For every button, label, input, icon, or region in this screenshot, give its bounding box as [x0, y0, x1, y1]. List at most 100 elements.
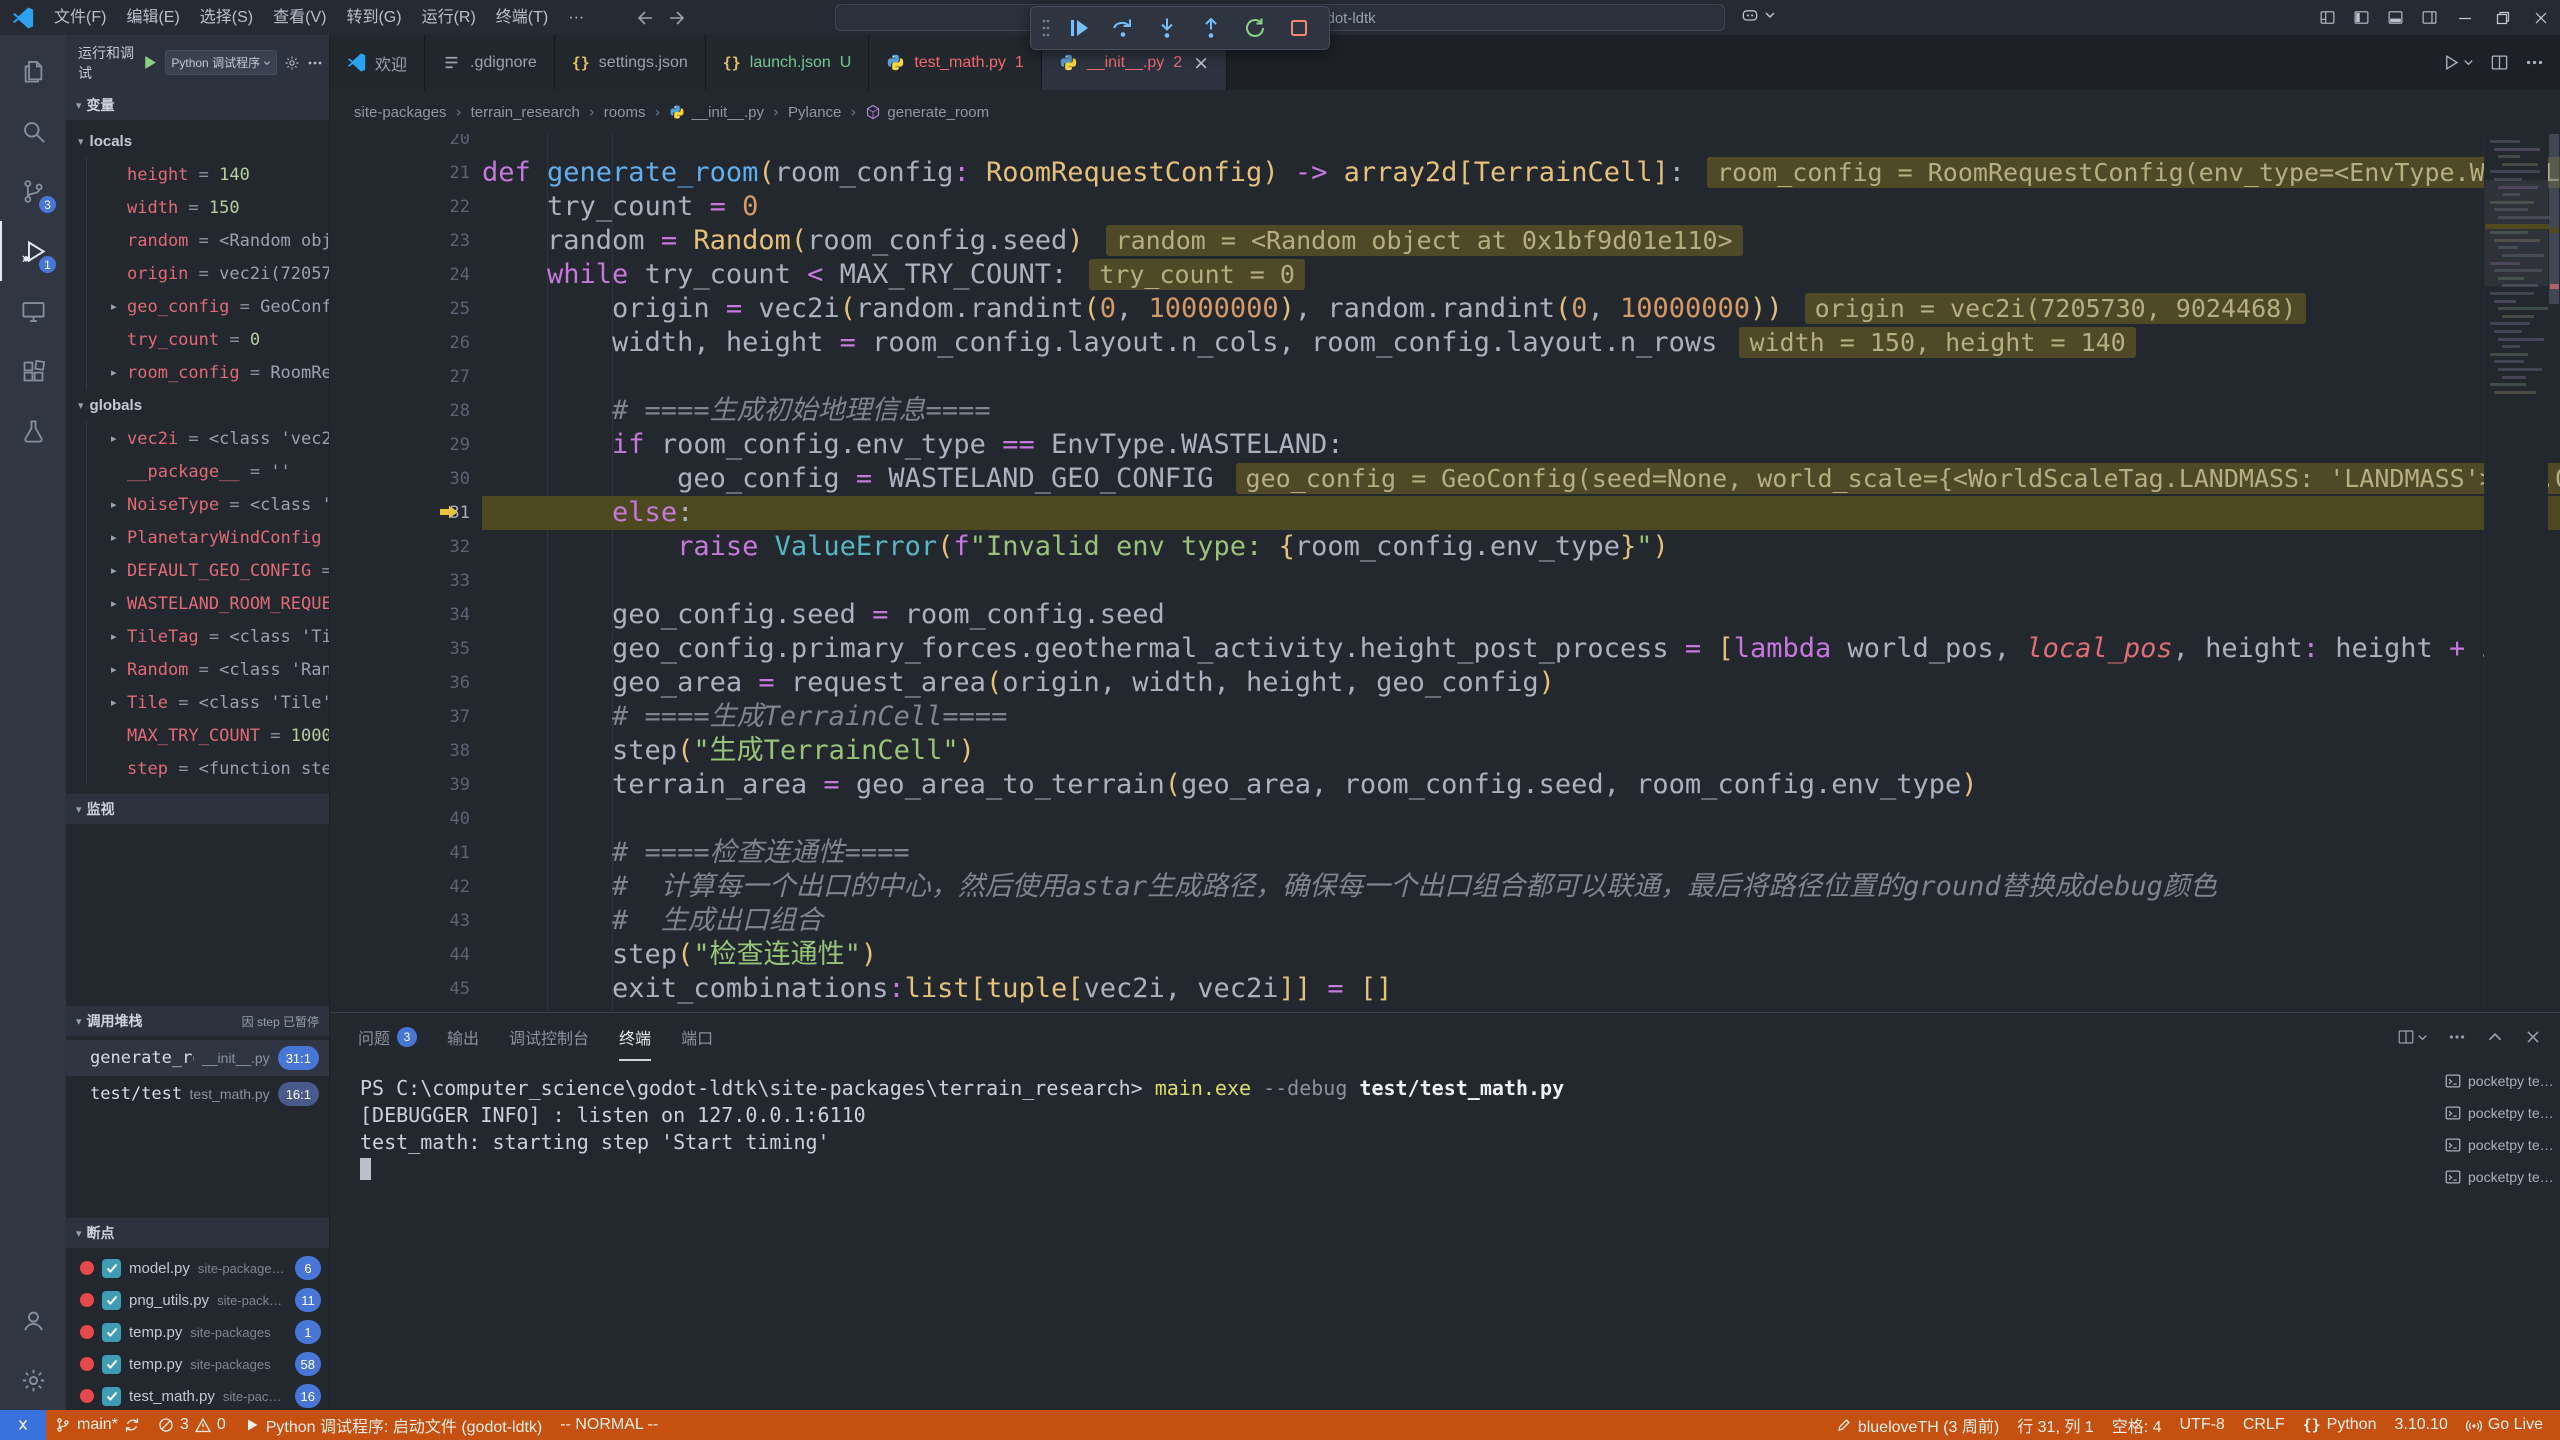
split-editor-icon[interactable]	[2490, 53, 2509, 72]
code-line[interactable]: 32 raise ValueError(f"Invalid env type: …	[330, 530, 2560, 564]
menu-item[interactable]: 转到(G)	[336, 0, 411, 35]
code-line[interactable]: 39 terrain_area = geo_area_to_terrain(ge…	[330, 768, 2560, 802]
code-line[interactable]: 37 # ====生成TerrainCell====	[330, 700, 2560, 734]
variable-row[interactable]: ▸WASTELAND_ROOM_REQUEST_CONFIG = RoomR…	[87, 587, 329, 620]
watch-section-header[interactable]: ▾监视	[66, 794, 329, 824]
code-line[interactable]: 31 else:	[330, 496, 2560, 530]
vim-mode[interactable]: -- NORMAL --	[551, 1410, 667, 1440]
debug-config-dropdown[interactable]: Python 调试程序: 启:	[165, 50, 277, 75]
cursor-position[interactable]: 行 31, 列 1	[2008, 1410, 2102, 1440]
code-line[interactable]: 24 while try_count < MAX_TRY_COUNT:try_c…	[330, 258, 2560, 292]
panel-tab-调试控制台[interactable]: 调试控制台	[509, 1013, 589, 1061]
breakpoint-row[interactable]: model.pysite-packages\wfc6	[66, 1252, 329, 1284]
breakpoint-row[interactable]: test_math.pysite-packages\terrain_res…16	[66, 1380, 329, 1410]
variable-row[interactable]: step = <function step at 0x1bf9cd216d…	[87, 752, 329, 785]
breakpoint-checkbox[interactable]	[102, 1323, 121, 1342]
variable-row[interactable]: try_count = 0	[87, 323, 329, 356]
menu-item[interactable]: ···	[558, 0, 594, 35]
breadcrumb-item[interactable]: Pylance	[788, 104, 841, 121]
code-line[interactable]: 21def generate_room(room_config: RoomReq…	[330, 156, 2560, 190]
activitybar-extensions[interactable]	[0, 341, 66, 401]
variable-row[interactable]: width = 150	[87, 191, 329, 224]
code-line[interactable]: 42 # 计算每一个出口的中心，然后使用astar生成路径，确保每一个出口组合都…	[330, 870, 2560, 904]
menu-item[interactable]: 运行(R)	[412, 0, 486, 35]
menu-item[interactable]: 文件(F)	[44, 0, 116, 35]
minimize-button[interactable]	[2446, 0, 2484, 35]
callstack-frame[interactable]: generate_room__init__.py31:1	[66, 1040, 329, 1076]
breadcrumb-item[interactable]: rooms	[604, 104, 646, 121]
start-debug-icon[interactable]	[141, 54, 158, 71]
code-line[interactable]: 33	[330, 564, 2560, 598]
code-line[interactable]: 36 geo_area = request_area(origin, width…	[330, 666, 2560, 700]
toggle-panel-icon[interactable]	[2378, 0, 2412, 35]
terminal-instance[interactable]: pocketpy te…	[2444, 1065, 2556, 1097]
breakpoints-section-header[interactable]: ▾断点	[66, 1218, 329, 1248]
activitybar-manage[interactable]	[0, 1350, 66, 1410]
code-line[interactable]: 27	[330, 360, 2560, 394]
variable-row[interactable]: ▸NoiseType = <class 'NoiseType'>	[87, 488, 329, 521]
scope-locals[interactable]: ▾locals	[66, 125, 329, 158]
more-actions-icon[interactable]	[307, 55, 323, 71]
go-live[interactable]: Go Live	[2457, 1410, 2552, 1440]
code-line[interactable]: 34 geo_config.seed = room_config.seed	[330, 598, 2560, 632]
terminal-instance[interactable]: pocketpy te…	[2444, 1097, 2556, 1129]
activitybar-source-control[interactable]: 3	[0, 161, 66, 221]
variables-section-header[interactable]: ▾变量	[66, 90, 329, 120]
panel-tab-问题[interactable]: 问题3	[358, 1013, 417, 1061]
terminal-instance[interactable]: pocketpy te…	[2444, 1161, 2556, 1193]
variable-row[interactable]: ▸Tile = <class 'Tile'>	[87, 686, 329, 719]
terminal-split-icon[interactable]	[2397, 1028, 2428, 1046]
run-python-file-button[interactable]	[2442, 53, 2474, 72]
debug-settings-gear-icon[interactable]	[284, 55, 300, 71]
code-line[interactable]: 25 origin = vec2i(random.randint(0, 1000…	[330, 292, 2560, 326]
code-line[interactable]: 28 # ====生成初始地理信息====	[330, 394, 2560, 428]
breakpoint-checkbox[interactable]	[102, 1291, 121, 1310]
code-line[interactable]: 45 exit_combinations:list[tuple[vec2i, v…	[330, 972, 2560, 1006]
toggle-secondary-sidebar-icon[interactable]	[2412, 0, 2446, 35]
menu-item[interactable]: 终端(T)	[486, 0, 558, 35]
panel-more-actions-icon[interactable]	[2448, 1028, 2466, 1046]
code-line[interactable]: 26 width, height = room_config.layout.n_…	[330, 326, 2560, 360]
tab-test_math.py[interactable]: test_math.py1	[869, 35, 1042, 90]
editor-scrollbar[interactable]	[2548, 134, 2560, 1012]
tab-.gdignore[interactable]: .gdignore	[425, 35, 555, 90]
panel-tab-输出[interactable]: 输出	[447, 1013, 479, 1061]
toggle-sidebar-icon[interactable]	[2344, 0, 2378, 35]
breakpoint-checkbox[interactable]	[102, 1259, 121, 1278]
code-line[interactable]: 29 if room_config.env_type == EnvType.WA…	[330, 428, 2560, 462]
tab-launch.json[interactable]: {}launch.jsonU	[706, 35, 870, 90]
blame-info[interactable]: blueloveTH (3 周前)	[1827, 1410, 2008, 1440]
menu-item[interactable]: 查看(V)	[263, 0, 336, 35]
activitybar-remote-explorer[interactable]	[0, 281, 66, 341]
variable-row[interactable]: ▸geo_config = GeoConfig(seed=None, wor…	[87, 290, 329, 323]
activitybar-explorer[interactable]	[0, 41, 66, 101]
close-panel-icon[interactable]	[2524, 1028, 2542, 1046]
copilot-menu[interactable]	[1740, 5, 1776, 25]
debug-step-out-button[interactable]	[1191, 10, 1231, 46]
variable-row[interactable]: height = 140	[87, 158, 329, 191]
breadcrumb-item[interactable]: generate_room	[865, 104, 989, 121]
menu-item[interactable]: 选择(S)	[190, 0, 263, 35]
nav-back-icon[interactable]	[634, 8, 654, 28]
problems-status[interactable]: 30	[149, 1410, 235, 1440]
indentation[interactable]: 空格: 4	[2103, 1410, 2171, 1440]
callstack-section-header[interactable]: ▾调用堆栈 因 step 已暂停	[66, 1006, 329, 1036]
branch-status[interactable]: main*	[46, 1410, 149, 1440]
breadcrumb-item[interactable]: site-packages	[354, 104, 447, 121]
code-line[interactable]: 23 random = Random(room_config.seed)rand…	[330, 224, 2560, 258]
menu-item[interactable]: 编辑(E)	[116, 0, 189, 35]
variable-row[interactable]: ▸Random = <class 'Random'>	[87, 653, 329, 686]
python-version[interactable]: 3.10.10	[2385, 1410, 2456, 1440]
breakpoint-row[interactable]: temp.pysite-packages1	[66, 1316, 329, 1348]
terminal-instance[interactable]: pocketpy te…	[2444, 1129, 2556, 1161]
breakpoint-checkbox[interactable]	[102, 1387, 121, 1406]
activitybar-accounts[interactable]	[0, 1290, 66, 1350]
nav-forward-icon[interactable]	[668, 8, 688, 28]
terminal-output[interactable]: PS C:\computer_science\godot-ldtk\site-p…	[330, 1061, 2560, 1183]
debug-configuration[interactable]: Python 调试程序: 启动文件 (godot-ldtk)	[235, 1410, 552, 1440]
tab-close-icon[interactable]: ×	[1193, 52, 1209, 74]
breadcrumb-item[interactable]: __init__.py	[669, 104, 764, 121]
close-button[interactable]	[2522, 0, 2560, 35]
panel-tab-端口[interactable]: 端口	[681, 1013, 713, 1061]
tab-欢迎[interactable]: 欢迎	[330, 35, 425, 90]
